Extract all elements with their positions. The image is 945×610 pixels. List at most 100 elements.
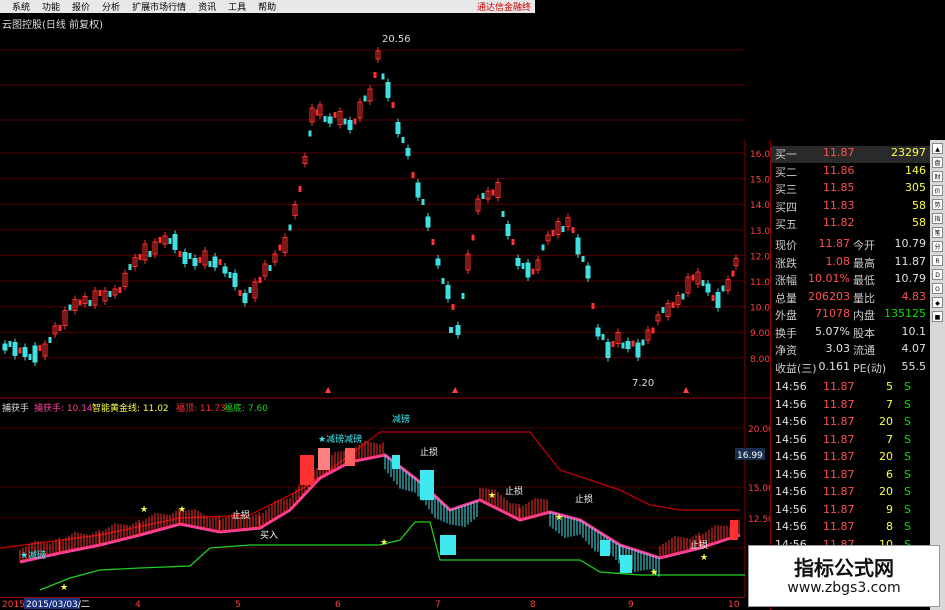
tick-row: 14:56 11.87 9 S — [771, 503, 931, 520]
candle-body — [521, 263, 525, 269]
candle-body — [68, 304, 72, 311]
toolbar-button[interactable]: ■ — [932, 311, 943, 322]
candle-body — [425, 216, 431, 228]
bid-volume: 58 — [912, 216, 926, 229]
stat-row: 总量 206203 量比 4.83 — [771, 290, 931, 307]
event-marker: ▲ — [683, 385, 690, 394]
toolbar-button[interactable]: O — [932, 283, 943, 294]
tick-time: 14:56 — [775, 432, 807, 446]
candle-body — [242, 293, 248, 303]
indicator-block — [318, 448, 330, 470]
candle-body — [148, 251, 152, 257]
candle-body — [501, 211, 505, 217]
candle-body — [12, 342, 18, 356]
stat-label: 今开 — [853, 239, 875, 252]
indicator-block — [730, 520, 738, 540]
stat-value: 3.03 — [825, 342, 851, 355]
bid-price: 11.83 — [823, 198, 855, 212]
tick-price: 11.87 — [823, 415, 855, 428]
tick-price: 11.87 — [823, 380, 855, 393]
stat-row: 换手 5.07% 股本 10.1 — [771, 325, 931, 342]
candle-body — [18, 347, 22, 354]
candle-body — [308, 130, 312, 137]
signal-label: 买入 — [260, 530, 278, 541]
stat-value: 10.1 — [901, 324, 927, 338]
candle-body — [232, 273, 238, 287]
star-marker: ★ — [700, 553, 708, 563]
tick-side: S — [904, 432, 911, 446]
stat-row: 净资 3.03 流通 4.07 — [771, 342, 931, 359]
indicator-block — [392, 455, 400, 469]
quote-panel: 买一 11.87 23297 买二 11.86 146 买三 11.85 305 买四 11.83 5… — [770, 140, 931, 610]
tick-volume: 5 — [886, 380, 893, 393]
watermark-logo: 指标公式网 www.zbgs3.com — [748, 545, 940, 607]
candle-body — [248, 287, 252, 293]
toolbar-button[interactable]: R — [932, 255, 943, 266]
stat-label: 最高 — [853, 256, 875, 270]
candle-body — [715, 292, 721, 308]
candle-body — [581, 256, 585, 262]
candle-body — [38, 345, 42, 351]
stat-row: 收益(三) 0.161 PE(动) 55.5 — [771, 360, 931, 377]
toolbar-button[interactable]: ◆ — [932, 297, 943, 308]
candle-body — [363, 95, 367, 102]
candle-body — [58, 325, 62, 331]
indicator-line1-label: 捕获手: 10.14 — [34, 402, 93, 414]
candle-body — [585, 265, 591, 279]
candle-body — [505, 224, 511, 236]
tick-row: 14:56 11.87 7 S — [771, 433, 931, 450]
candle-body — [208, 261, 212, 267]
toolbar-button[interactable]: ▲ — [932, 143, 943, 154]
stat-value: 0.161 — [818, 359, 851, 373]
candle-body — [571, 227, 575, 233]
stat-value: 10.79 — [894, 272, 927, 285]
candle-body — [222, 266, 228, 274]
bid-label: 买一 — [775, 148, 797, 161]
toolbar-button[interactable]: 盘 — [932, 157, 943, 168]
candle-body — [611, 341, 615, 347]
event-marker: ▲ — [452, 385, 459, 394]
candle-body — [415, 182, 421, 198]
toolbar-button[interactable]: 笔 — [932, 227, 943, 238]
candle-body — [88, 300, 92, 306]
candle-body — [192, 258, 198, 266]
candle-body — [28, 354, 32, 360]
tick-volume: 20 — [879, 450, 893, 463]
tick-side: S — [904, 502, 911, 516]
candle-body — [172, 234, 178, 250]
tick-side: S — [904, 450, 911, 463]
toolbar-button[interactable]: 分 — [932, 241, 943, 252]
stat-value: 5.07% — [815, 324, 850, 338]
candle-body — [701, 280, 705, 286]
toolbar-button[interactable]: D — [932, 269, 943, 280]
bid-volume: 146 — [905, 163, 926, 177]
candle-body — [721, 285, 725, 292]
toolbar-button[interactable]: 指 — [932, 213, 943, 224]
candle-body — [323, 116, 327, 122]
indicator-block — [345, 448, 355, 466]
candle-body — [525, 262, 531, 278]
tick-row: 14:56 11.87 20 S — [771, 450, 931, 467]
candle-body — [731, 270, 735, 277]
candle-body — [228, 272, 232, 278]
candle-body — [238, 290, 242, 296]
candle-body — [198, 257, 202, 263]
candle-body — [605, 342, 611, 358]
candle-body — [631, 340, 635, 347]
candle-body — [441, 278, 445, 284]
tick-side: S — [904, 415, 911, 428]
candle-body — [353, 118, 357, 125]
indicator-block — [600, 540, 610, 556]
bid-label: 买三 — [775, 183, 797, 196]
indicator-name: 捕获手 — [2, 402, 29, 414]
toolbar-button[interactable]: 价 — [932, 185, 943, 196]
toolbar-button[interactable]: 财 — [932, 171, 943, 182]
tick-volume: 7 — [886, 432, 893, 446]
bid-volume: 23297 — [891, 146, 926, 159]
candle-body — [625, 341, 631, 349]
candle-body — [591, 303, 595, 309]
toolbar-button[interactable]: 势 — [932, 199, 943, 210]
tick-row: 14:56 11.87 20 S — [771, 415, 931, 432]
event-marker: ▲ — [325, 385, 332, 394]
tick-side: S — [904, 520, 911, 533]
